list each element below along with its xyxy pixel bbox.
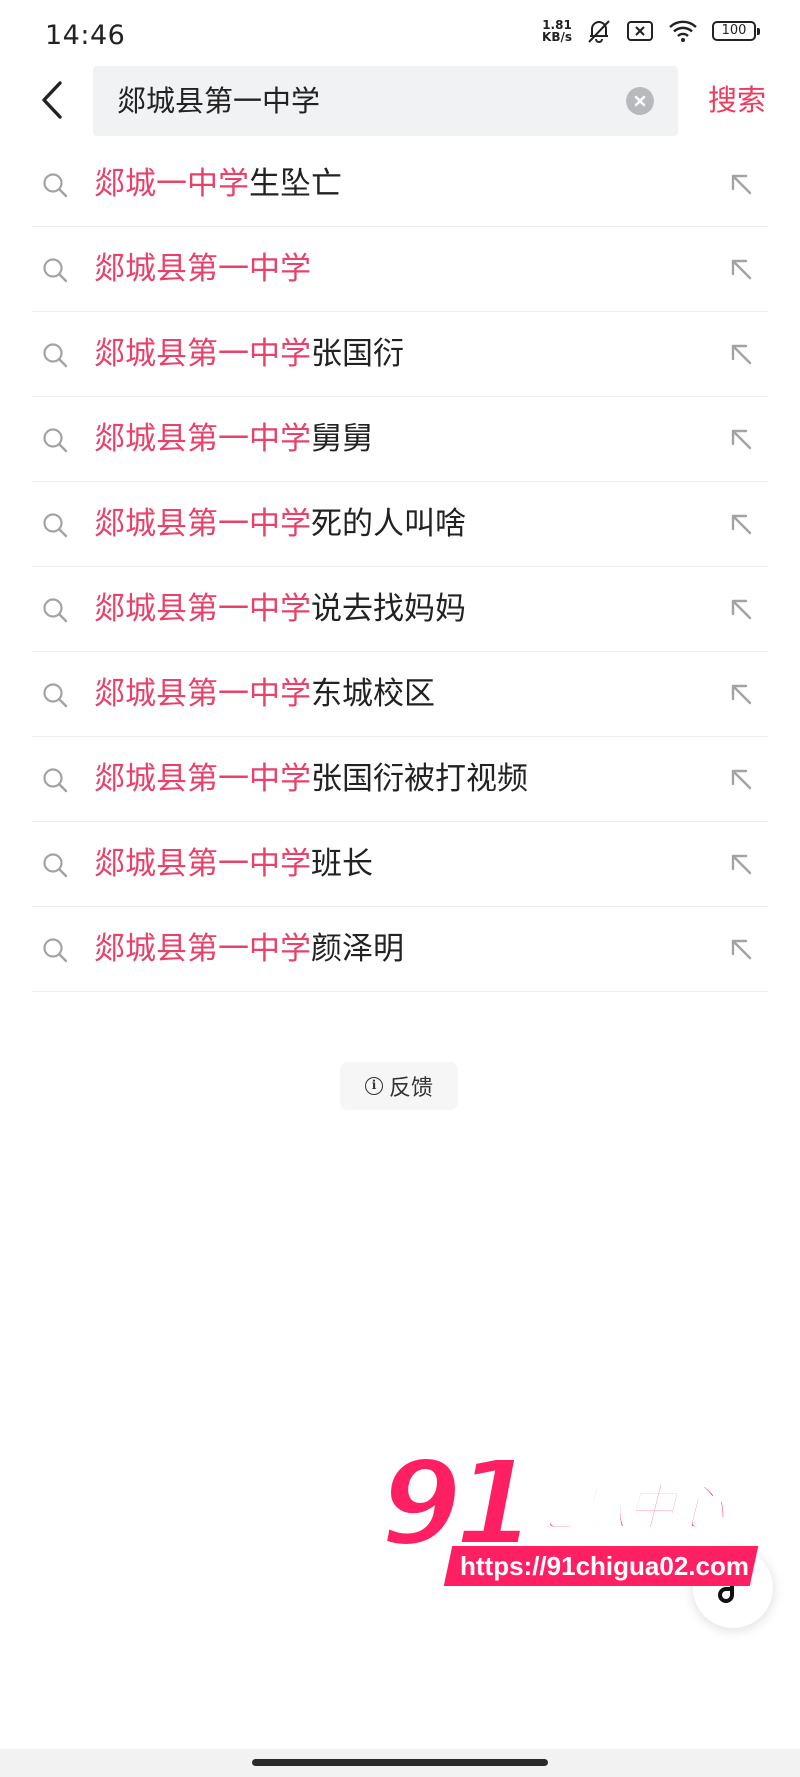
suggestion-highlight: 郯城县第一中学 [94,761,311,797]
feedback-label: 反馈 [388,1076,433,1101]
suggestion-rest: 死的人叫啥 [311,506,466,542]
no-sim-icon [627,21,653,41]
suggestion-text: 郯城县第一中学东城校区 [94,652,435,736]
suggestion-highlight: 郯城县第一中学 [94,931,311,967]
suggestion-rest: 颜泽明 [311,931,404,967]
suggestion-highlight: 郯城县第一中学 [94,676,311,712]
search-input[interactable] [117,66,597,136]
suggestion-item[interactable]: 郯城县第一中学东城校区 [32,652,768,737]
suggestion-text: 郯城县第一中学舅舅 [94,397,373,481]
arrow-up-left-icon[interactable] [726,764,756,794]
suggestion-rest: 张国衍 [311,336,404,372]
home-bar[interactable] [252,1759,548,1766]
clear-button[interactable] [626,87,654,115]
suggestion-rest: 说去找妈妈 [311,591,466,627]
suggestion-text: 郯城县第一中学颜泽明 [94,907,404,991]
status-bar: 14:46 1.81 KB/s 100 [0,0,800,64]
search-icon [43,683,68,708]
suggestion-item[interactable]: 郯城县第一中学 [32,227,768,312]
suggestion-item[interactable]: 郯城县第一中学说去找妈妈 [32,567,768,652]
suggestion-highlight: 郯城县第一中学 [94,251,311,287]
watermark-logo: 91 吃瓜中心 https://91chigua02.com [378,1436,760,1600]
suggestion-item[interactable]: 郯城县第一中学颜泽明 [32,907,768,992]
network-speed-unit: KB/s [542,30,572,44]
arrow-up-left-icon[interactable] [726,509,756,539]
status-icons: 1.81 KB/s 100 [542,18,760,44]
suggestion-highlight: 郯城县第一中学 [94,421,311,457]
network-speed: 1.81 KB/s [542,19,572,43]
search-icon [43,598,68,623]
suggestion-item[interactable]: 郯城县第一中学死的人叫啥 [32,482,768,567]
suggestion-item[interactable]: 郯城县第一中学张国衍被打视频 [32,737,768,822]
wifi-icon [669,20,697,42]
search-icon [43,343,68,368]
home-indicator [0,1749,800,1777]
search-icon [43,938,68,963]
bell-muted-icon [588,20,610,43]
suggestion-item[interactable]: 郯城县第一中学班长 [32,822,768,907]
arrow-up-left-icon[interactable] [726,934,756,964]
suggestion-text: 郯城县第一中学死的人叫啥 [94,482,466,566]
suggestion-rest: 班长 [311,846,373,882]
watermark-name: 吃瓜中心 [527,1478,726,1538]
info-icon: i [364,1077,383,1095]
watermark-url: https://91chigua02.com [460,1551,749,1581]
suggestion-text: 郯城一中学生坠亡 [94,142,342,226]
arrow-up-left-icon[interactable] [726,594,756,624]
suggestion-text: 郯城县第一中学说去找妈妈 [94,567,466,651]
search-icon [43,768,68,793]
search-icon [43,853,68,878]
battery-icon: 100 [712,21,760,41]
search-bar: 搜索 [0,64,800,136]
search-icon [43,513,68,538]
suggestion-highlight: 郯城县第一中学 [94,506,311,542]
arrow-up-left-icon[interactable] [726,339,756,369]
suggestion-highlight: 郯城县第一中学 [94,336,311,372]
suggestion-item[interactable]: 郯城一中学生坠亡 [32,142,768,227]
search-button[interactable]: 搜索 [708,64,766,136]
suggestion-rest: 张国衍被打视频 [311,761,528,797]
search-icon [43,428,68,453]
status-time: 14:46 [45,20,126,51]
arrow-up-left-icon[interactable] [726,424,756,454]
arrow-up-left-icon[interactable] [726,169,756,199]
suggestion-item[interactable]: 郯城县第一中学张国衍 [32,312,768,397]
suggestion-highlight: 郯城县第一中学 [94,591,311,627]
arrow-up-left-icon[interactable] [726,679,756,709]
search-box [93,66,678,136]
suggestion-text: 郯城县第一中学张国衍 [94,312,404,396]
search-icon [43,173,68,198]
suggestion-highlight: 郯城一中学 [94,166,249,202]
arrow-up-left-icon[interactable] [726,849,756,879]
suggestion-rest: 舅舅 [311,421,373,457]
suggestion-rest: 生坠亡 [249,166,342,202]
suggestion-text: 郯城县第一中学 [94,227,311,311]
back-button[interactable] [32,74,72,126]
suggestion-list: 郯城一中学生坠亡 郯城县第一中学 郯城县第一中学张国衍 郯城县第一中学舅舅 郯城… [32,142,768,992]
chevron-left-icon [42,81,62,119]
suggestion-text: 郯城县第一中学班长 [94,822,373,906]
suggestion-highlight: 郯城县第一中学 [94,846,311,882]
search-icon [43,258,68,283]
clear-icon [634,95,646,107]
arrow-up-left-icon[interactable] [726,254,756,284]
suggestion-item[interactable]: 郯城县第一中学舅舅 [32,397,768,482]
feedback-button[interactable]: i 反馈 [340,1062,458,1110]
suggestion-text: 郯城县第一中学张国衍被打视频 [94,737,528,821]
suggestion-rest: 东城校区 [311,676,435,712]
